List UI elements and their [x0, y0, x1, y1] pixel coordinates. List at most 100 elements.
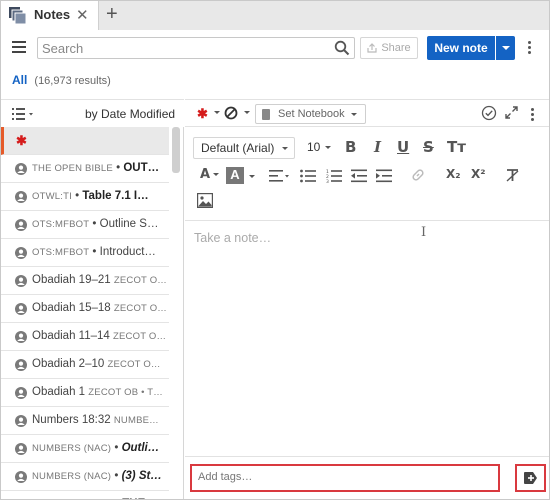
star-dropdown-icon[interactable] — [214, 111, 220, 114]
editor-more-icon[interactable] — [531, 108, 534, 123]
more-options-icon[interactable] — [528, 41, 532, 56]
font-color-glyph: A — [200, 167, 211, 182]
note-list-item[interactable]: THE OPEN BIBLE • OUT… — [1, 155, 169, 183]
set-notebook-dropdown[interactable]: Set Notebook — [255, 104, 366, 124]
note-list-item[interactable]: ✱ — [1, 127, 169, 155]
subscript-button[interactable]: X₂ — [446, 167, 461, 181]
search-input[interactable] — [42, 40, 327, 57]
font-family-value: Default (Arial) — [201, 141, 275, 155]
close-tab-icon[interactable]: ✕ — [76, 6, 89, 24]
note-source: NUMBERS (NAC) — [32, 471, 112, 482]
note-title: Table 7.1 I… — [82, 190, 149, 202]
add-tags-input[interactable] — [198, 471, 488, 483]
scope-filter-link[interactable]: All — [12, 73, 27, 87]
note-source: Obadiah 1 — [32, 386, 86, 398]
block-dropdown-icon[interactable] — [244, 111, 250, 114]
new-note-button[interactable]: New note — [427, 36, 495, 60]
text-size-button[interactable]: Tт — [447, 138, 466, 156]
user-avatar-icon — [15, 415, 27, 427]
note-source: OTS:MFBOT — [32, 247, 90, 258]
note-list-item[interactable]: OTS:MFBOT • Outline S… — [1, 211, 169, 239]
note-list-item[interactable]: Obadiah 2–10 ZECOT O… — [1, 351, 169, 379]
highlight-dropdown-icon[interactable] — [249, 175, 255, 178]
note-item-text: NUMBERS (NAC) • Outli… — [32, 442, 168, 454]
note-item-text: NUMBERS (NAC) • (3) St… — [32, 470, 168, 482]
share-button[interactable]: Share — [360, 37, 418, 59]
note-body[interactable]: Take a note… — [185, 220, 549, 456]
note-title: ZECOT OB • T… — [88, 387, 164, 398]
favorite-star-icon: ✱ — [16, 133, 27, 148]
note-list-item[interactable]: Obadiah 15–18 ZECOT O… — [1, 295, 169, 323]
format-row-2: A A 123 X₂ X² — [185, 163, 549, 189]
note-list-item[interactable]: Obadiah 19–21 ZECOT O… — [1, 267, 169, 295]
user-avatar-icon — [15, 219, 27, 231]
note-list-scrollbar[interactable] — [172, 127, 180, 173]
notebook-icon — [262, 108, 270, 120]
share-upload-icon — [367, 43, 377, 53]
bold-button[interactable]: B — [345, 138, 356, 156]
note-item-text: OTS:MFBOT • Outline S… — [32, 218, 168, 230]
note-list-item[interactable]: NUMBERS (NAC) • Outli… — [1, 435, 169, 463]
note-title: ZECOT O… — [113, 275, 168, 286]
new-tab-button[interactable]: + — [106, 3, 118, 26]
note-list-header: by Date Modified — [1, 99, 184, 131]
results-summary: All (16,973 results) — [12, 73, 111, 87]
user-avatar-icon — [15, 331, 27, 343]
note-list-item[interactable]: OTS:MFBOT • Introduct… — [1, 239, 169, 267]
numbered-list-icon[interactable]: 123 — [326, 169, 342, 183]
align-left-icon[interactable] — [269, 169, 289, 183]
check-circle-icon[interactable] — [481, 105, 497, 121]
note-title: Introduct… — [99, 246, 156, 258]
sort-label: by Date Modified — [85, 107, 176, 121]
superscript-button[interactable]: X² — [471, 167, 486, 181]
list-view-icon[interactable] — [12, 108, 34, 120]
note-list-item[interactable]: NIVCBSB:BLAWS • THE … — [1, 491, 169, 499]
tab-title: Notes — [34, 7, 71, 22]
note-source: Obadiah 11–14 — [32, 330, 110, 342]
insert-image-icon[interactable] — [197, 193, 213, 208]
add-tag-button[interactable] — [515, 464, 546, 492]
italic-button[interactable]: I — [374, 138, 381, 156]
underline-button[interactable]: U — [397, 138, 409, 156]
new-note-dropdown-icon[interactable] — [496, 36, 515, 60]
hamburger-menu-icon[interactable] — [12, 41, 26, 53]
user-avatar-icon — [15, 387, 27, 399]
note-separator: • — [71, 190, 83, 202]
clear-formatting-icon[interactable] — [505, 168, 520, 183]
search-box — [37, 37, 355, 59]
note-list-item[interactable]: OTWL:TI • Table 7.1 I… — [1, 183, 169, 211]
note-body-placeholder: Take a note… — [194, 231, 272, 245]
bullet-list-icon[interactable] — [300, 169, 316, 183]
search-icon[interactable] — [334, 40, 350, 56]
strikethrough-button[interactable]: S — [423, 138, 434, 156]
user-avatar-icon — [15, 303, 27, 315]
note-item-text: THE OPEN BIBLE • OUT… — [32, 162, 168, 174]
font-family-select[interactable]: Default (Arial) — [193, 137, 295, 159]
note-list: ✱ THE OPEN BIBLE • OUT… OTWL:TI • Table 7.… — [1, 127, 184, 499]
note-list-item[interactable]: Obadiah 11–14 ZECOT O… — [1, 323, 169, 351]
indent-icon[interactable] — [376, 169, 392, 183]
font-size-select[interactable]: 10 — [301, 137, 333, 159]
note-source: Numbers 18:32 — [32, 414, 111, 426]
outdent-icon[interactable] — [351, 169, 367, 183]
note-item-text: NIVCBSB:BLAWS • THE … — [32, 498, 168, 499]
expand-arrows-icon[interactable] — [505, 106, 518, 119]
tab-notes[interactable]: Notes ✕ — [1, 1, 99, 30]
note-item-text: Obadiah 19–21 ZECOT O… — [32, 274, 168, 286]
note-item-text: OTS:MFBOT • Introduct… — [32, 246, 168, 258]
note-source: OTWL:TI — [32, 191, 72, 202]
note-list-item[interactable]: Obadiah 1 ZECOT OB • T… — [1, 379, 169, 407]
note-list-item[interactable]: Numbers 18:32 NUMBE… — [1, 407, 169, 435]
highlight-button[interactable]: A — [226, 167, 244, 184]
tab-bar: Notes ✕ + — [1, 1, 549, 30]
favorite-star-icon[interactable]: ✱ — [197, 106, 208, 122]
user-avatar-icon — [15, 191, 27, 203]
note-source: THE OPEN BIBLE — [32, 163, 113, 174]
link-icon[interactable] — [411, 168, 425, 182]
font-color-button[interactable]: A — [200, 167, 220, 182]
note-source: Obadiah 2–10 — [32, 358, 105, 370]
note-list-item[interactable]: NUMBERS (NAC) • (3) St… — [1, 463, 169, 491]
no-entry-icon[interactable] — [223, 105, 239, 121]
format-row-3 — [185, 189, 549, 215]
tag-bar — [185, 456, 549, 499]
